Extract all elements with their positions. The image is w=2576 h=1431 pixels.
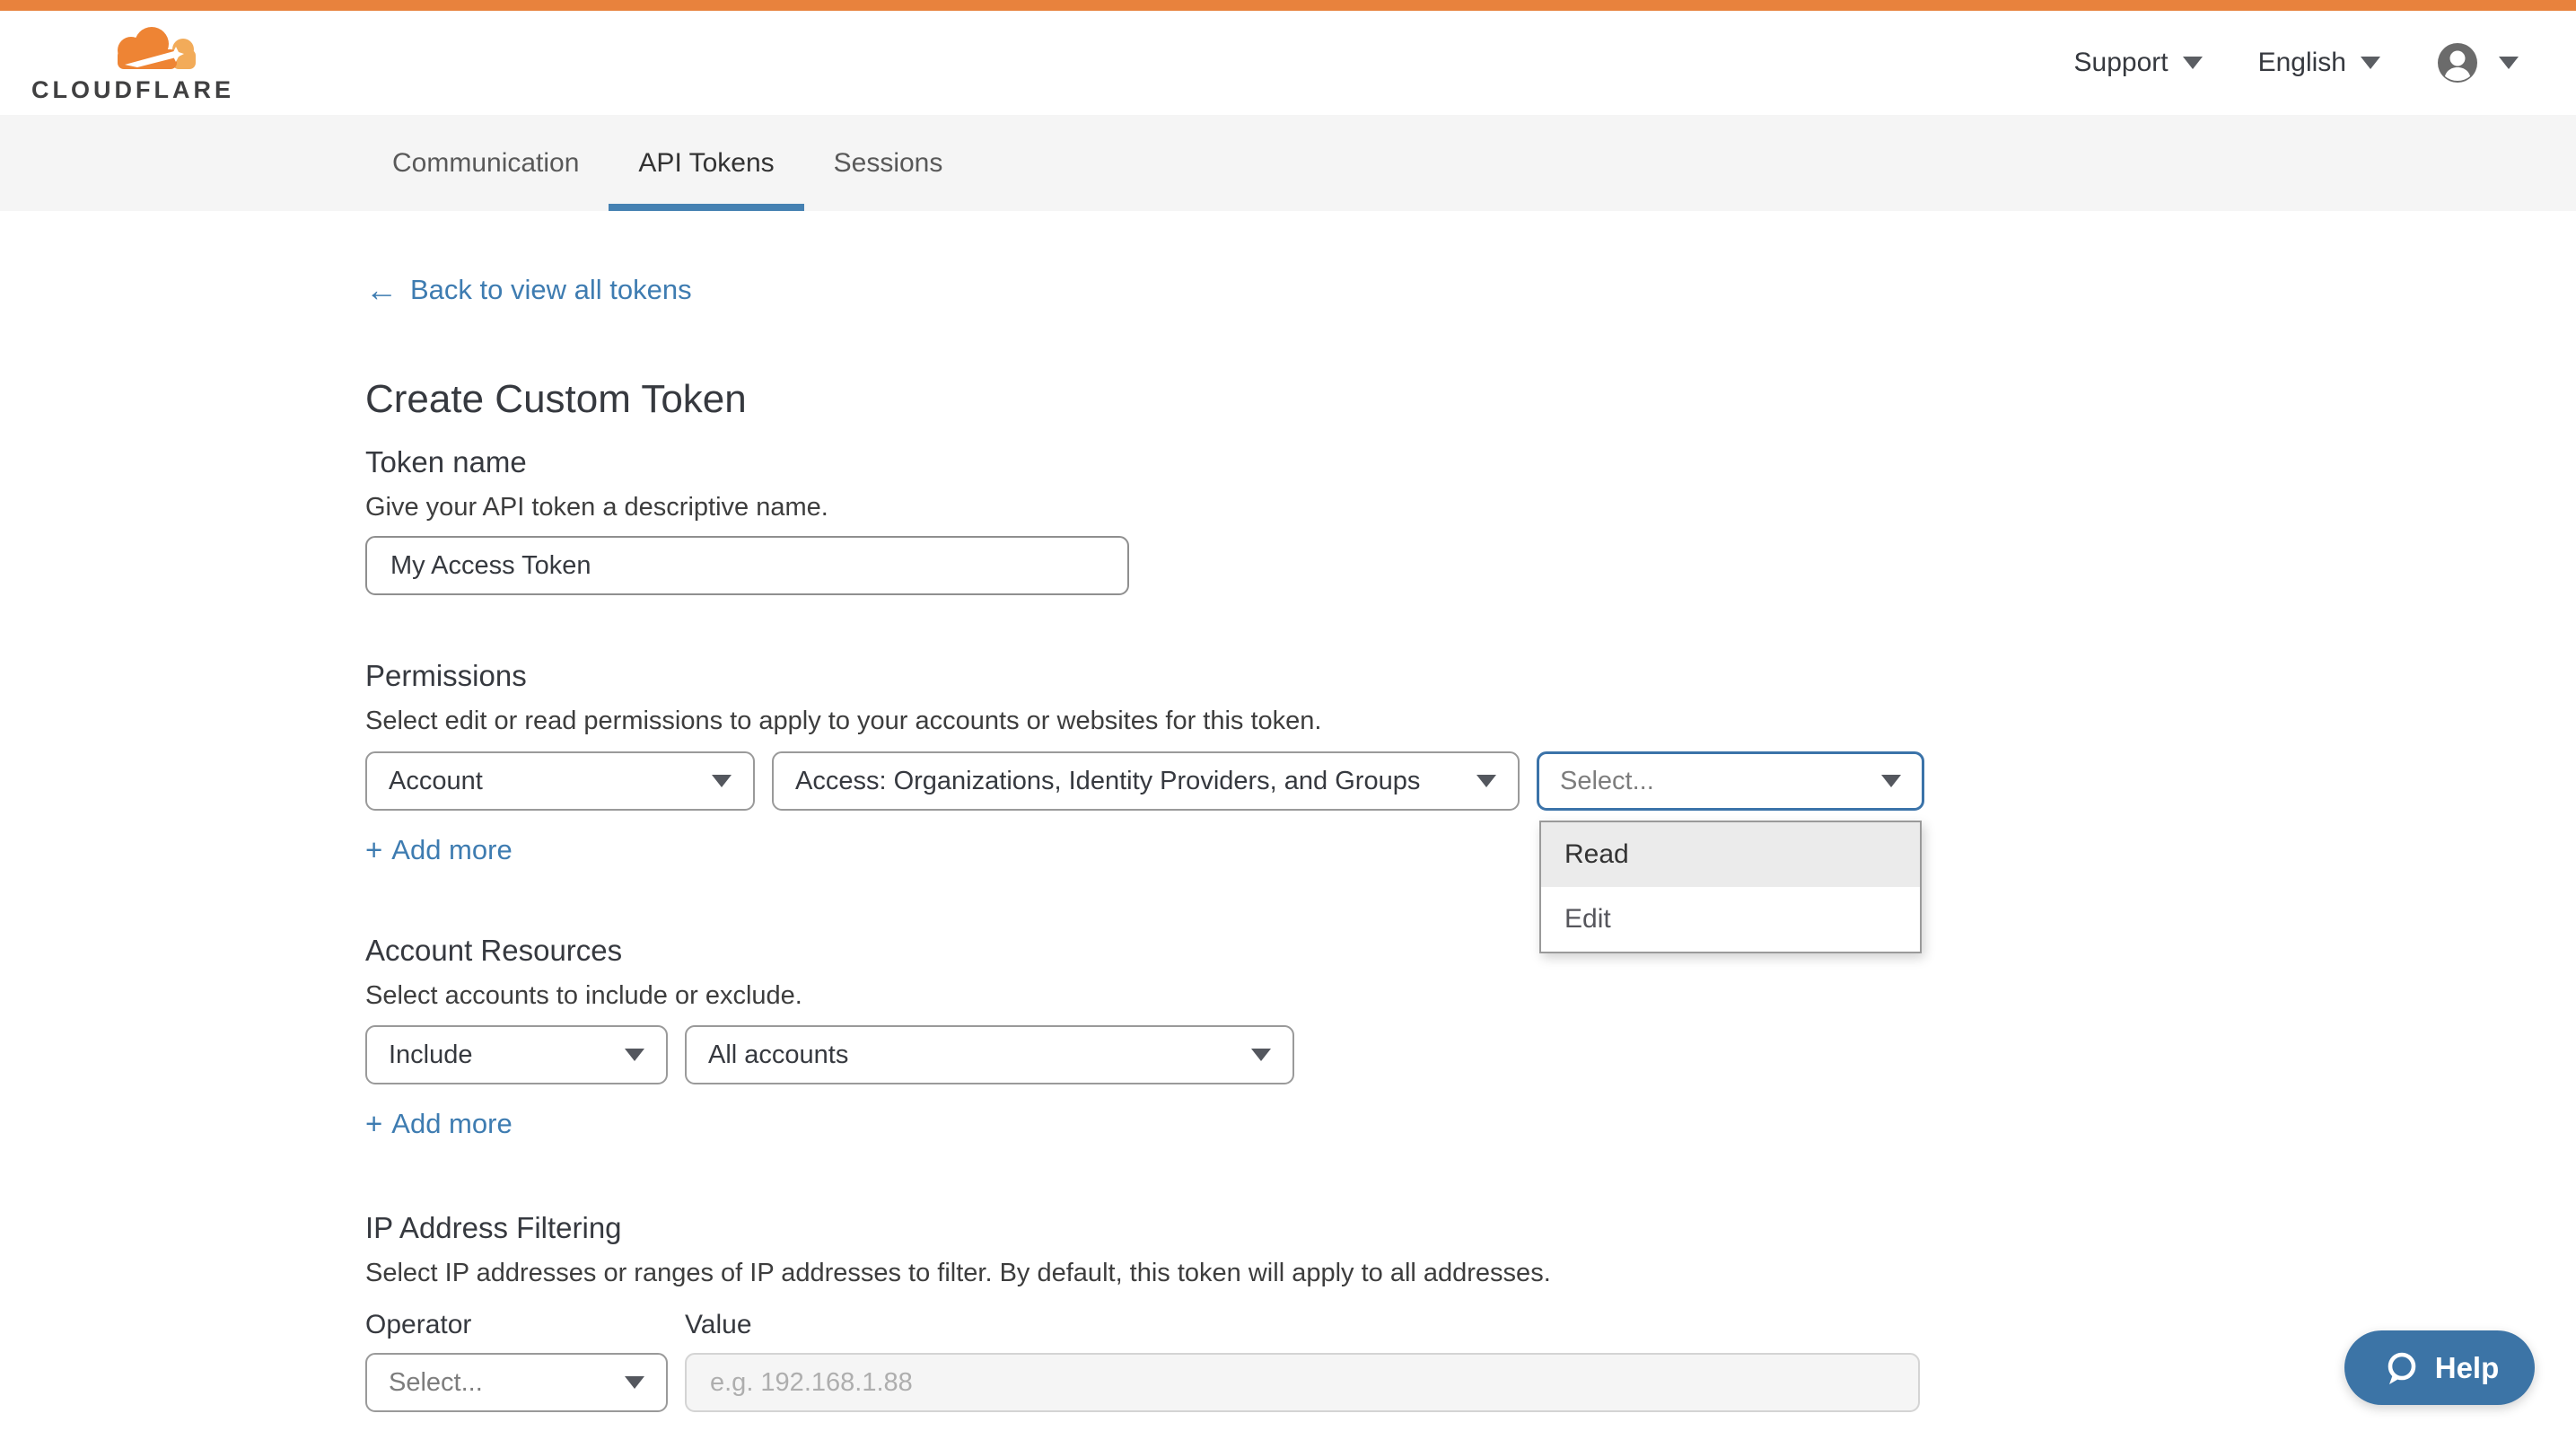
token-name-description: Give your API token a descriptive name. [365,491,2576,524]
language-menu[interactable]: English [2258,48,2380,78]
plus-icon: + [365,832,382,868]
include-exclude-select[interactable]: Include [365,1025,668,1084]
permissions-row: Account Access: Organizations, Identity … [365,751,2576,811]
account-resources-heading: Account Resources [365,933,2576,969]
header-nav: Support English [2074,41,2519,84]
permissions-heading: Permissions [365,658,2576,694]
language-menu-label: English [2258,48,2346,78]
permission-group-select[interactable]: Access: Organizations, Identity Provider… [772,751,1520,811]
token-name-input[interactable] [365,536,1129,595]
create-token-page: ← Back to view all tokens Create Custom … [0,272,2576,1412]
ip-value-input[interactable] [685,1353,1920,1412]
permissions-add-more-link[interactable]: + Add more [365,832,513,868]
chevron-down-icon [625,1376,644,1389]
menu-option-read[interactable]: Read [1541,822,1920,887]
profile-tabbar: Communication API Tokens Sessions [0,115,2576,211]
back-to-tokens-link[interactable]: ← Back to view all tokens [365,272,692,308]
account-resources-description: Select accounts to include or exclude. [365,979,2576,1013]
logo-wordmark: CLOUDFLARE [31,76,234,104]
chevron-down-icon [2361,57,2380,69]
permission-scope-select[interactable]: Account [365,751,755,811]
help-button-label: Help [2435,1351,2500,1385]
operator-label: Operator [365,1309,668,1341]
back-link-label: Back to view all tokens [410,272,692,308]
page-title: Create Custom Token [365,376,2576,423]
ip-filtering-row: Select... [365,1353,2576,1412]
permission-level-placeholder: Select... [1560,767,1654,796]
permissions-description: Select edit or read permissions to apply… [365,705,2576,738]
support-menu[interactable]: Support [2074,48,2203,78]
accounts-value: All accounts [708,1040,848,1070]
permission-level-menu: Read Edit [1539,821,1922,953]
chevron-down-icon [1251,1049,1271,1061]
app-header: CLOUDFLARE Support English [0,11,2576,115]
brand-accent-bar [0,0,2576,11]
cloudflare-cloud-icon [91,22,207,75]
chevron-down-icon [712,775,732,787]
chevron-down-icon [1881,775,1901,787]
account-resources-row: Include All accounts [365,1025,2576,1084]
permission-group-value: Access: Organizations, Identity Provider… [795,767,1420,796]
cloudflare-logo[interactable]: CLOUDFLARE [31,22,234,104]
accounts-select[interactable]: All accounts [685,1025,1294,1084]
ip-filtering-heading: IP Address Filtering [365,1210,2576,1246]
chevron-down-icon [2183,57,2203,69]
ip-filtering-description: Select IP addresses or ranges of IP addr… [365,1257,2576,1290]
permission-scope-value: Account [389,767,483,796]
back-arrow-icon: ← [365,272,398,308]
value-label: Value [685,1309,752,1341]
add-more-label: Add more [391,832,512,868]
help-button[interactable]: Help [2344,1330,2535,1405]
chevron-down-icon [2499,57,2519,69]
account-resources-add-more-link[interactable]: + Add more [365,1106,513,1142]
plus-icon: + [365,1106,382,1142]
permission-level-select[interactable]: Select... Read Edit [1537,751,1924,811]
tab-communication[interactable]: Communication [363,115,609,211]
user-avatar-icon [2436,41,2479,84]
chevron-down-icon [625,1049,644,1061]
operator-placeholder: Select... [389,1368,483,1398]
menu-option-edit[interactable]: Edit [1541,887,1920,952]
chat-bubble-icon [2380,1348,2422,1389]
chevron-down-icon [1476,775,1496,787]
ip-filtering-labels: Operator Value [365,1309,2576,1341]
token-name-heading: Token name [365,444,2576,480]
support-menu-label: Support [2074,48,2169,78]
tab-api-tokens[interactable]: API Tokens [609,115,803,211]
operator-select[interactable]: Select... [365,1353,668,1412]
account-menu[interactable] [2436,41,2519,84]
tab-sessions[interactable]: Sessions [804,115,973,211]
add-more-label: Add more [391,1106,512,1142]
include-exclude-value: Include [389,1040,473,1070]
